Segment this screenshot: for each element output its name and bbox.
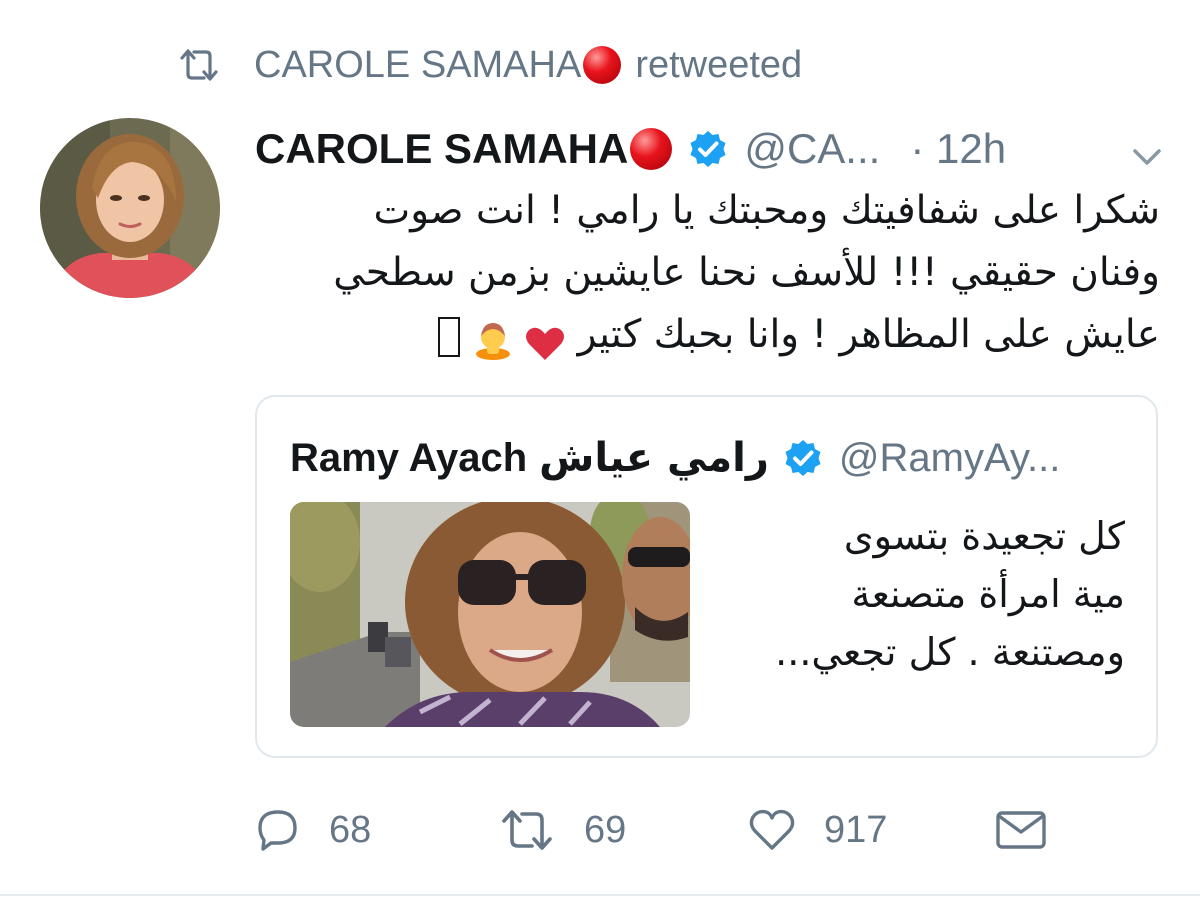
tweet-header: CAROLE SAMAHA @CA... · 12h <box>255 120 1165 178</box>
retweet-action-label: retweeted <box>635 43 803 86</box>
direct-message-button[interactable] <box>995 800 1075 860</box>
retweet-count: 69 <box>584 808 627 851</box>
missing-glyph-box-icon <box>438 316 461 357</box>
reply-button[interactable]: 68 <box>255 800 371 860</box>
tweet-body: شكرا على شفافيتك ومحبتك يا رامي ! انت صو… <box>255 180 1160 366</box>
quoted-text-line: ومصتنعة . كل تجعي... <box>775 630 1125 674</box>
person-bowing-emoji-icon <box>473 317 513 360</box>
chevron-down-icon[interactable] <box>1129 134 1165 165</box>
quoted-tweet-card[interactable]: Ramy Ayach رامي عياش @RamyAy... كل تجعيد… <box>255 395 1158 758</box>
retweeter-name[interactable]: CAROLE SAMAHA <box>254 44 581 87</box>
quoted-tweet-photo[interactable] <box>290 502 690 727</box>
reply-icon <box>258 810 297 851</box>
like-button[interactable]: 917 <box>748 800 887 860</box>
red-circle-emoji-icon <box>583 46 622 84</box>
quoted-text-line: مية امرأة متصنعة <box>851 572 1125 616</box>
quoted-text-line: كل تجعيدة بتسوى <box>843 514 1125 558</box>
tweet-timestamp[interactable]: · 12h <box>910 125 1006 173</box>
tweet-actions: 68 69 917 <box>255 800 1160 860</box>
author-handle[interactable]: @CA... <box>744 125 880 173</box>
verified-badge-icon <box>783 438 823 478</box>
quoted-author-handle: @RamyAy... <box>838 435 1061 480</box>
verified-badge-icon <box>688 129 728 169</box>
reply-count: 68 <box>329 808 372 851</box>
author-avatar[interactable] <box>40 118 220 298</box>
tweet-text-line: وفنان حقيقي !!! للأسف نحنا عايشين بزمن س… <box>333 250 1160 295</box>
quoted-tweet-body: كل تجعيدة بتسوى مية امرأة متصنعة ومصتنعة… <box>697 507 1125 681</box>
quoted-tweet-header: Ramy Ayach رامي عياش @RamyAy... <box>290 432 1060 484</box>
retweet-button[interactable]: 69 <box>498 800 626 860</box>
heart-icon <box>749 809 795 850</box>
tweet-text-line-with-emoji: عايش على المظاهر ! وانا بحبك كتير <box>255 304 1160 366</box>
quoted-author-name-arabic: رامي عياش <box>539 435 769 481</box>
heart-emoji-icon <box>525 319 565 360</box>
envelope-icon <box>996 811 1046 849</box>
author-name[interactable]: CAROLE SAMAHA <box>255 125 628 173</box>
tweet-divider <box>0 894 1200 896</box>
like-count: 917 <box>824 808 888 851</box>
retweet-icon <box>176 45 224 85</box>
red-circle-emoji-icon <box>630 128 673 170</box>
retweet-icon <box>502 810 552 850</box>
retweet-banner: CAROLE SAMAHA retweeted <box>176 40 802 90</box>
tweet-text-line: شكرا على شفافيتك ومحبتك يا رامي ! انت صو… <box>373 188 1160 233</box>
quoted-author-name: Ramy Ayach <box>290 435 528 480</box>
tweet-text-line: عايش على المظاهر ! وانا بحبك كتير <box>577 312 1160 357</box>
